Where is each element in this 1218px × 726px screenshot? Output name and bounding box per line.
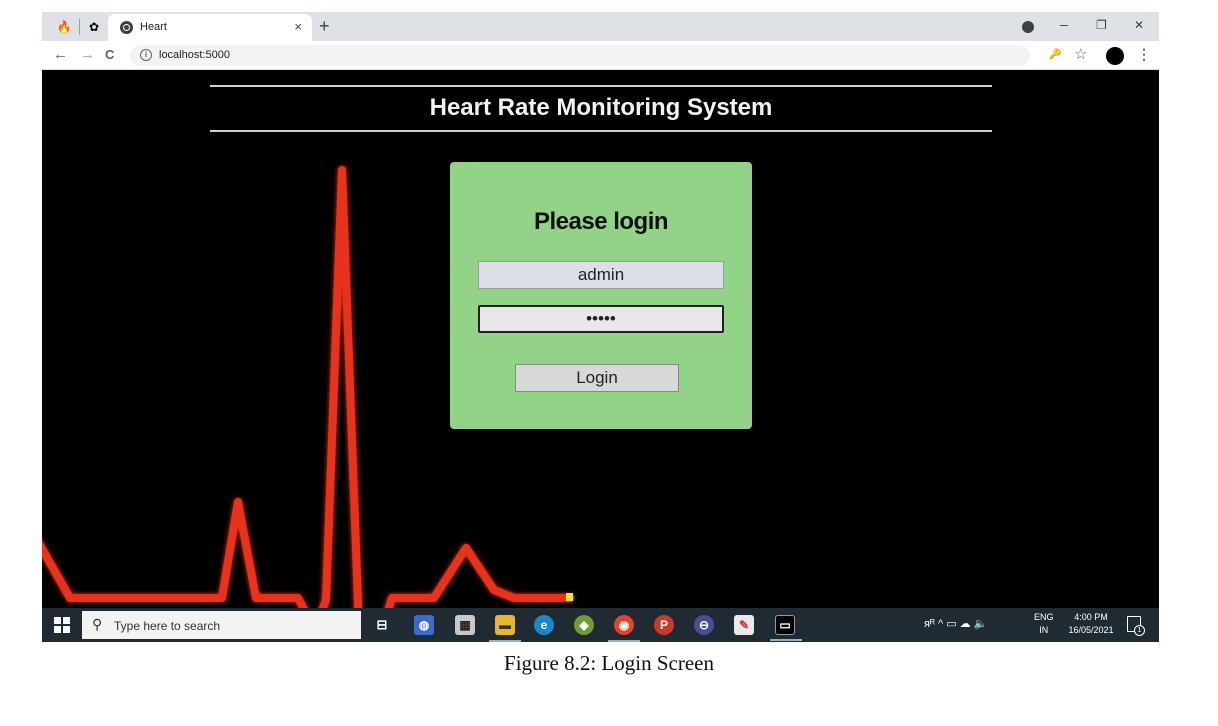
tray-icons[interactable]: ᴙᴿ ^ ▭ ☁ 🔈 [924, 617, 987, 630]
web-page: Heart Rate Monitoring System Please logi… [42, 70, 1159, 608]
android-studio-icon[interactable]: ◈ [574, 615, 594, 635]
star-icon[interactable]: ☆ [1074, 45, 1087, 63]
search-placeholder: Type here to search [114, 619, 221, 633]
login-card: Please login Login [450, 162, 752, 429]
app-icon-1[interactable]: ◍ [414, 615, 434, 635]
windows-taskbar: ⚲ Type here to search ⊟ ◍ ▦ ▬ e ◈ ◉ P ⊖ … [42, 608, 1159, 642]
ekg-tip [566, 593, 573, 601]
file-explorer-icon[interactable]: ▬ [489, 615, 521, 642]
clock-time: 4:00 PM [1074, 612, 1108, 622]
extension-app-icon[interactable]: ✿ [86, 19, 102, 35]
info-icon[interactable]: i [140, 49, 152, 61]
key-icon[interactable]: 🔑 [1049, 49, 1061, 60]
extension-flame-icon[interactable]: 🔥 [56, 19, 72, 35]
forward-arrow-icon[interactable]: → [80, 46, 95, 63]
username-field[interactable] [478, 261, 724, 289]
tab-title: Heart [140, 21, 167, 33]
paint-icon[interactable]: ✎ [734, 615, 754, 635]
windows-start-button[interactable] [54, 617, 70, 633]
browser-tab-heart[interactable]: Heart × [108, 14, 312, 41]
new-tab-button[interactable]: + [319, 16, 330, 37]
tab-separator [79, 19, 80, 35]
address-bar[interactable]: i localhost:5000 [130, 45, 1030, 66]
notification-badge: 1 [1134, 625, 1145, 636]
clock-date: 16/05/2021 [1068, 625, 1114, 635]
avatar[interactable] [1106, 47, 1124, 65]
close-window-icon[interactable]: ✕ [1134, 18, 1144, 32]
title-rule-top [210, 85, 992, 87]
page-title: Heart Rate Monitoring System [429, 94, 773, 121]
search-icon: ⚲ [92, 616, 103, 632]
chrome-icon[interactable]: ◉ [608, 615, 640, 642]
back-arrow-icon[interactable]: ← [53, 46, 68, 63]
region-code: IN [1039, 625, 1049, 635]
lang-code: ENG [1034, 612, 1054, 622]
globe-icon [120, 21, 133, 34]
login-heading: Please login [533, 208, 669, 235]
edge-icon[interactable]: e [534, 615, 554, 635]
password-field[interactable] [478, 305, 724, 333]
reload-icon[interactable]: C [105, 47, 114, 62]
taskbar-search-input[interactable]: ⚲ Type here to search [82, 611, 361, 639]
menu-icon[interactable]: ⋮ [1137, 46, 1151, 63]
title-rule-bottom [210, 130, 992, 132]
eclipse-icon[interactable]: ⊖ [694, 615, 714, 635]
tab-search-icon[interactable] [1022, 21, 1034, 33]
figure-caption: Figure 8.2: Login Screen [504, 651, 714, 675]
url-text[interactable]: localhost:5000 [159, 49, 230, 61]
taskbar-clock[interactable]: 4:00 PM 16/05/2021 [1066, 611, 1116, 637]
login-button[interactable]: Login [515, 364, 679, 392]
task-view-icon[interactable]: ⊟ [372, 615, 392, 635]
minimize-icon[interactable]: – [1060, 16, 1068, 32]
language-indicator[interactable]: ENG IN [1034, 611, 1054, 637]
browser-tab-strip: 🔥 ✿ Heart × + – ❐ ✕ [42, 12, 1159, 41]
browser-toolbar: ← → C i localhost:5000 🔑 ☆ ⋮ [42, 41, 1159, 70]
store-icon[interactable]: ▦ [455, 615, 475, 635]
screenshot-frame: 🔥 ✿ Heart × + – ❐ ✕ ← → C i localhost:50… [42, 12, 1159, 642]
p-app-icon[interactable]: P [654, 615, 674, 635]
restore-icon[interactable]: ❐ [1096, 18, 1107, 32]
tab-close-icon[interactable]: × [294, 19, 302, 34]
terminal-icon[interactable]: ▭ [770, 615, 802, 641]
